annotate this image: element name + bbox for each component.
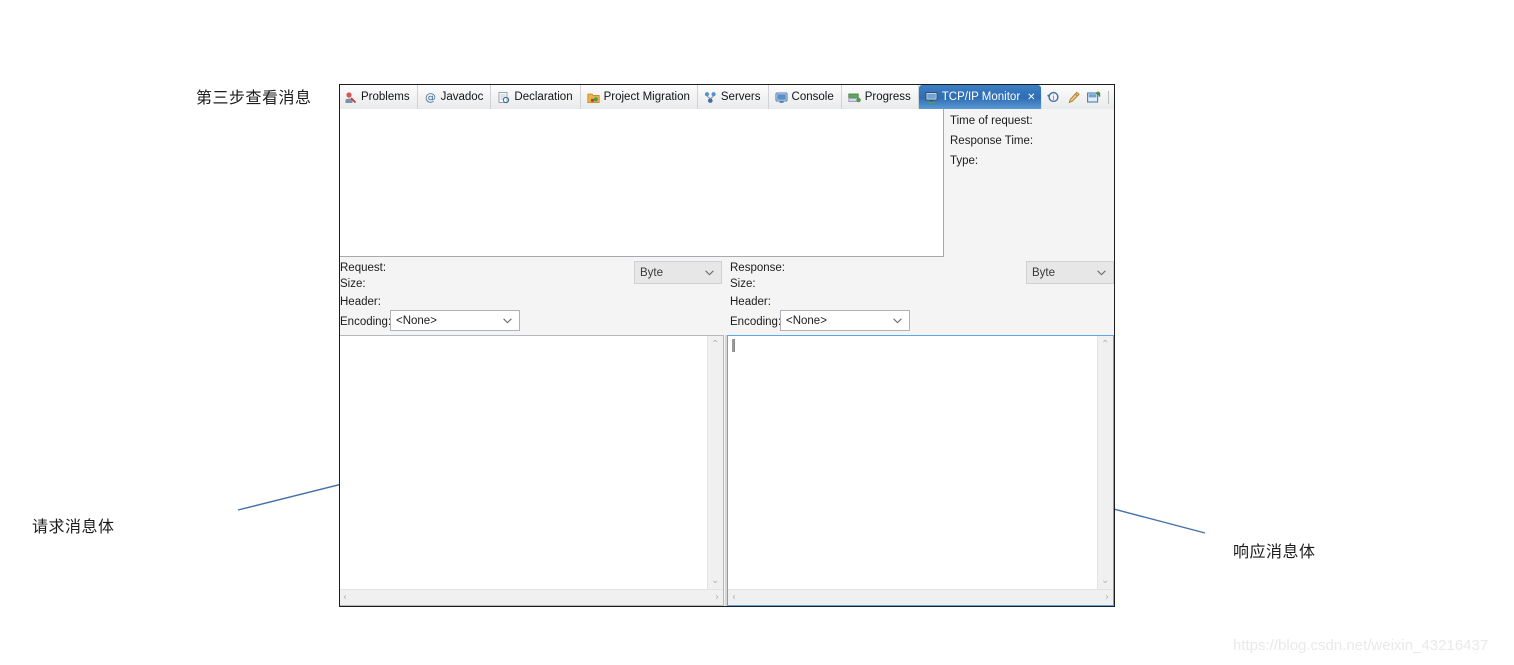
response-encoding-value: <None> xyxy=(786,314,827,327)
svg-text:@: @ xyxy=(425,91,436,104)
properties-icon[interactable]: i xyxy=(1046,90,1061,105)
response-encoding-select[interactable]: <None> xyxy=(780,310,910,331)
tab-console[interactable]: Console xyxy=(769,85,842,109)
tab-problems[interactable]: Problems xyxy=(340,85,418,109)
request-header-label: Header: xyxy=(340,296,381,308)
tcpip-monitor-icon xyxy=(925,91,938,104)
response-size-label: Size: xyxy=(730,278,756,290)
monitor-params-area: Request: Size: Header: Encoding: <None> … xyxy=(340,258,1114,335)
request-vertical-scrollbar[interactable]: ⌃ ⌄ xyxy=(707,336,723,590)
view-toolbar: i xyxy=(1042,85,1114,109)
declaration-icon xyxy=(497,91,510,104)
request-body-text[interactable] xyxy=(340,336,708,590)
clear-icon[interactable] xyxy=(1066,90,1081,105)
project-migration-icon xyxy=(586,91,600,104)
response-body-text[interactable] xyxy=(728,336,1098,590)
annotation-response-body: 响应消息体 xyxy=(1233,542,1316,561)
info-time-of-request: Time of request: xyxy=(950,115,1033,127)
monitor-top-area: Time of request: Response Time: Type: xyxy=(340,109,1114,257)
text-caret xyxy=(732,339,735,352)
tab-label: Problems xyxy=(361,91,410,103)
tab-label: Javadoc xyxy=(440,91,484,103)
problems-icon xyxy=(344,91,357,104)
svg-text:i: i xyxy=(1052,94,1054,102)
tab-label: Project Migration xyxy=(603,91,690,103)
chevron-down-icon xyxy=(1097,267,1106,279)
screenshot-root: 第三步查看消息 请求消息体 响应消息体 https://blog.csdn.ne… xyxy=(0,0,1514,665)
request-view-value: Byte xyxy=(640,266,664,279)
tab-servers[interactable]: Servers xyxy=(698,85,769,109)
tab-label: Declaration xyxy=(514,91,573,103)
chevron-down-icon xyxy=(503,315,512,327)
tab-label: Servers xyxy=(720,91,761,103)
scroll-left-icon[interactable]: ‹ xyxy=(732,593,736,603)
request-params: Request: Size: Header: Encoding: <None> … xyxy=(340,258,723,335)
toolbar-separator xyxy=(1107,90,1109,104)
scroll-down-icon[interactable]: ⌄ xyxy=(711,576,719,586)
response-header-label: Header: xyxy=(730,296,771,308)
request-info-panel: Time of request: Response Time: Type: xyxy=(946,109,1114,257)
request-label: Request: xyxy=(340,262,387,274)
response-view-select[interactable]: Byte xyxy=(1026,261,1114,284)
tab-label: Progress xyxy=(864,91,911,103)
request-encoding-label: Encoding: xyxy=(340,316,392,328)
request-body-editor[interactable]: ⌃ ⌄ ‹ › xyxy=(340,335,724,606)
watermark: https://blog.csdn.net/weixin_43216437 xyxy=(1233,637,1489,654)
console-icon xyxy=(774,91,788,104)
request-horizontal-scrollbar[interactable]: ‹ › xyxy=(340,589,723,605)
scroll-right-icon[interactable]: › xyxy=(1105,593,1109,603)
servers-icon xyxy=(704,91,717,104)
tab-javadoc[interactable]: @ Javadoc xyxy=(418,85,492,109)
view-tab-bar: Problems @ Javadoc Declaration Project M… xyxy=(340,85,1114,109)
response-encoding-label: Encoding: xyxy=(730,316,782,328)
tab-declaration[interactable]: Declaration xyxy=(491,85,581,109)
request-size-label: Size: xyxy=(340,278,366,290)
scroll-right-icon[interactable]: › xyxy=(715,593,719,603)
tab-label: TCP/IP Monitor xyxy=(941,91,1021,103)
tcpip-monitor-body: Time of request: Response Time: Type: Re… xyxy=(340,109,1114,606)
request-view-select[interactable]: Byte xyxy=(634,261,722,284)
chevron-down-icon xyxy=(893,315,902,327)
request-encoding-select[interactable]: <None> xyxy=(390,310,520,331)
tab-project-migration[interactable]: Project Migration xyxy=(581,85,698,109)
annotation-step3: 第三步查看消息 xyxy=(196,88,312,107)
scroll-up-icon[interactable]: ⌃ xyxy=(711,340,719,350)
scroll-left-icon[interactable]: ‹ xyxy=(343,593,347,603)
response-view-value: Byte xyxy=(1032,266,1056,279)
request-encoding-value: <None> xyxy=(396,314,437,327)
response-label: Response: xyxy=(730,262,785,274)
monitor-editors-area: ⌃ ⌄ ‹ › ⌃ ⌄ ‹ › xyxy=(340,335,1114,606)
info-type: Type: xyxy=(950,155,979,167)
response-params: Response: Size: Header: Encoding: <None>… xyxy=(725,258,1114,335)
progress-icon xyxy=(848,91,861,104)
chevron-down-icon xyxy=(705,267,714,279)
eclipse-view-window: Problems @ Javadoc Declaration Project M… xyxy=(339,84,1115,607)
pin-icon[interactable] xyxy=(1086,90,1101,105)
info-response-time: Response Time: xyxy=(950,135,1034,147)
request-tree-list[interactable] xyxy=(340,109,944,257)
tab-tcpip-monitor[interactable]: TCP/IP Monitor ✕ xyxy=(918,85,1041,109)
close-icon[interactable]: ✕ xyxy=(1027,92,1035,103)
annotation-request-body: 请求消息体 xyxy=(32,517,115,536)
tab-label: Console xyxy=(791,91,834,103)
javadoc-icon: @ xyxy=(424,91,437,104)
tab-progress[interactable]: Progress xyxy=(842,85,919,109)
response-horizontal-scrollbar[interactable]: ‹ › xyxy=(728,589,1113,605)
scroll-up-icon[interactable]: ⌃ xyxy=(1101,340,1109,350)
scroll-down-icon[interactable]: ⌄ xyxy=(1101,576,1109,586)
response-vertical-scrollbar[interactable]: ⌃ ⌄ xyxy=(1097,336,1113,590)
response-body-editor[interactable]: ⌃ ⌄ ‹ › xyxy=(727,335,1114,606)
